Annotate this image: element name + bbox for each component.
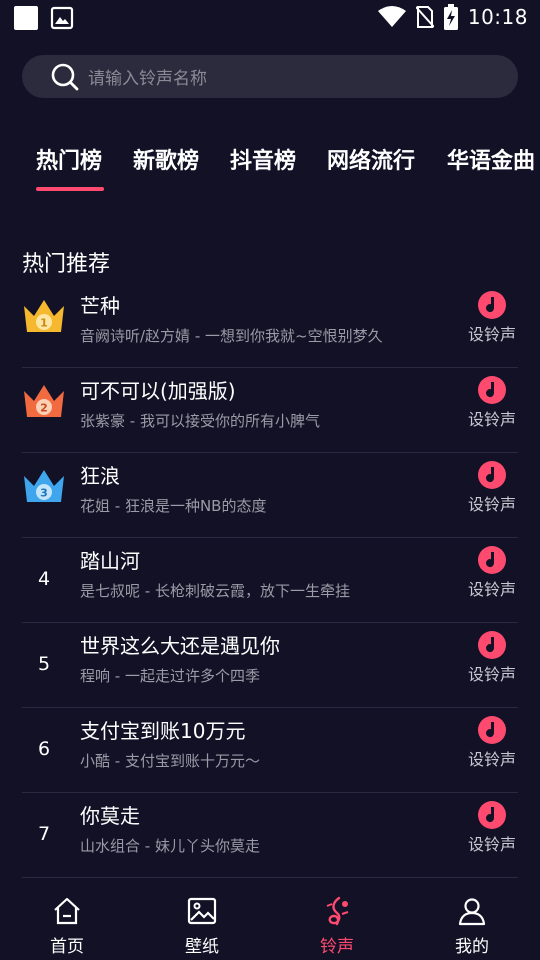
song-title: 世界这么大还是遇见你 bbox=[80, 634, 280, 658]
list-item[interactable]: 6 支付宝到账10万元 小酷 - 支付宝到账十万元～ 设铃声 bbox=[0, 708, 540, 793]
music-note-icon bbox=[478, 291, 506, 319]
search-placeholder: 请输入铃声名称 bbox=[88, 69, 207, 89]
list-item[interactable]: 1 芒种 音阙诗听/赵方婧 - 一想到你我就~空恨别梦久 设铃声 bbox=[0, 283, 540, 368]
nav-profile-label: 我的 bbox=[455, 937, 489, 957]
search-bar[interactable]: 请输入铃声名称 bbox=[22, 55, 518, 98]
bottom-navigation: 首页 壁纸 铃声 我的 bbox=[0, 888, 540, 960]
song-subtitle: 程响 - 一起走过许多个四季 bbox=[80, 667, 260, 685]
set-ringtone-button[interactable]: 设铃声 bbox=[462, 716, 522, 786]
song-title: 可不可以(加强版) bbox=[80, 379, 236, 403]
music-note-icon bbox=[478, 376, 506, 404]
nav-home[interactable]: 首页 bbox=[22, 888, 112, 960]
gallery-notification-icon bbox=[50, 6, 74, 30]
notification-icon bbox=[14, 6, 38, 30]
nav-wallpaper[interactable]: 壁纸 bbox=[157, 888, 247, 960]
tab-hot[interactable]: 热门榜 bbox=[36, 143, 102, 175]
ringtone-icon bbox=[326, 896, 349, 926]
list-item[interactable]: 3 狂浪 花姐 - 狂浪是一种NB的态度 设铃声 bbox=[0, 453, 540, 538]
profile-icon bbox=[458, 898, 486, 926]
song-subtitle: 张紫豪 - 我可以接受你的所有小脾气 bbox=[80, 412, 320, 430]
tab-internet-hits[interactable]: 网络流行 bbox=[327, 143, 415, 175]
music-note-icon bbox=[478, 801, 506, 829]
rank-number: 1 bbox=[40, 317, 48, 330]
rank-number: 2 bbox=[40, 402, 48, 415]
song-subtitle: 小酷 - 支付宝到账十万元～ bbox=[80, 752, 260, 770]
music-note-icon bbox=[478, 546, 506, 574]
nav-home-label: 首页 bbox=[50, 937, 84, 957]
gold-crown-icon: 1 bbox=[24, 300, 64, 332]
song-title: 芒种 bbox=[80, 294, 120, 318]
home-icon bbox=[54, 897, 80, 925]
rank-number: 6 bbox=[37, 738, 51, 760]
list-item[interactable]: 7 你莫走 山水组合 - 妹儿丫头你莫走 设铃声 bbox=[0, 793, 540, 878]
battery-charging-icon bbox=[443, 4, 458, 30]
set-ringtone-label: 设铃声 bbox=[467, 495, 516, 514]
song-title: 你莫走 bbox=[80, 804, 140, 828]
set-ringtone-label: 设铃声 bbox=[467, 665, 516, 684]
rank-number: 3 bbox=[40, 487, 48, 500]
song-list: 1 芒种 音阙诗听/赵方婧 - 一想到你我就~空恨别梦久 设铃声 2 可不可以(… bbox=[0, 283, 540, 878]
nav-ringtone-label: 铃声 bbox=[320, 937, 354, 957]
tab-new-songs[interactable]: 新歌榜 bbox=[133, 143, 199, 175]
clock: 10:18 bbox=[467, 5, 528, 29]
status-bar: 10:18 bbox=[0, 0, 540, 36]
section-title: 热门推荐 bbox=[22, 252, 111, 277]
set-ringtone-label: 设铃声 bbox=[467, 835, 516, 854]
rank-number: 7 bbox=[37, 823, 51, 845]
song-subtitle: 音阙诗听/赵方婧 - 一想到你我就~空恨别梦久 bbox=[80, 327, 383, 345]
blue-crown-icon: 3 bbox=[24, 470, 64, 502]
set-ringtone-label: 设铃声 bbox=[467, 410, 516, 429]
music-note-icon bbox=[478, 461, 506, 489]
song-title: 支付宝到账10万元 bbox=[80, 719, 246, 743]
search-icon bbox=[51, 63, 79, 91]
no-sim-icon bbox=[415, 6, 434, 28]
nav-profile[interactable]: 我的 bbox=[427, 888, 517, 960]
music-note-icon bbox=[478, 631, 506, 659]
song-title: 狂浪 bbox=[80, 464, 120, 488]
wallpaper-icon bbox=[187, 897, 217, 925]
wifi-icon bbox=[377, 6, 406, 27]
active-tab-indicator bbox=[36, 187, 104, 191]
tab-douyin[interactable]: 抖音榜 bbox=[230, 143, 296, 175]
set-ringtone-label: 设铃声 bbox=[467, 750, 516, 769]
set-ringtone-label: 设铃声 bbox=[467, 325, 516, 344]
song-title: 踏山河 bbox=[80, 549, 140, 573]
song-subtitle: 山水组合 - 妹儿丫头你莫走 bbox=[80, 837, 260, 855]
rank-number: 5 bbox=[37, 653, 51, 675]
song-subtitle: 是七叔呢 - 长枪刺破云霞，放下一生牵挂 bbox=[80, 582, 350, 600]
set-ringtone-button[interactable]: 设铃声 bbox=[462, 631, 522, 701]
nav-ringtone[interactable]: 铃声 bbox=[292, 888, 382, 960]
set-ringtone-button[interactable]: 设铃声 bbox=[462, 376, 522, 446]
list-item[interactable]: 2 可不可以(加强版) 张紫豪 - 我可以接受你的所有小脾气 设铃声 bbox=[0, 368, 540, 453]
set-ringtone-button[interactable]: 设铃声 bbox=[462, 461, 522, 531]
list-item[interactable]: 5 世界这么大还是遇见你 程响 - 一起走过许多个四季 设铃声 bbox=[0, 623, 540, 708]
song-subtitle: 花姐 - 狂浪是一种NB的态度 bbox=[80, 497, 267, 515]
nav-wallpaper-label: 壁纸 bbox=[185, 937, 219, 957]
rank-number: 4 bbox=[37, 568, 51, 590]
set-ringtone-button[interactable]: 设铃声 bbox=[462, 801, 522, 871]
set-ringtone-label: 设铃声 bbox=[467, 580, 516, 599]
music-note-icon bbox=[478, 716, 506, 744]
set-ringtone-button[interactable]: 设铃声 bbox=[462, 291, 522, 361]
orange-crown-icon: 2 bbox=[24, 385, 64, 417]
list-item[interactable]: 4 踏山河 是七叔呢 - 长枪刺破云霞，放下一生牵挂 设铃声 bbox=[0, 538, 540, 623]
set-ringtone-button[interactable]: 设铃声 bbox=[462, 546, 522, 616]
tab-chinese-classics[interactable]: 华语金曲 bbox=[447, 143, 535, 175]
category-tabs: 热门榜 新歌榜 抖音榜 网络流行 华语金曲 bbox=[0, 143, 540, 193]
